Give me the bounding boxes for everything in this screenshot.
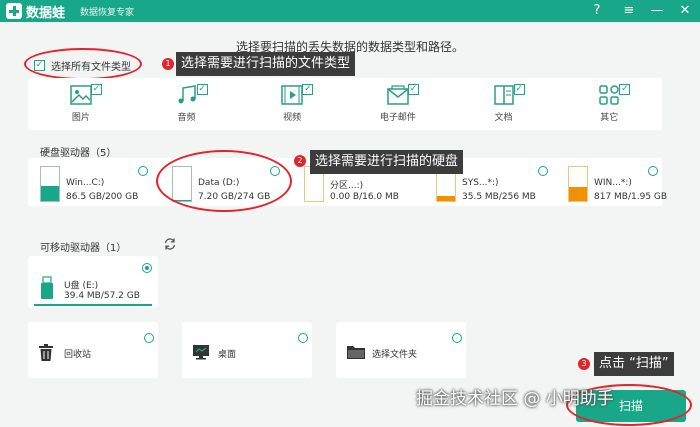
drive-size: 39.4 MB/57.2 GB [64, 291, 140, 301]
image-icon [70, 85, 92, 105]
checkbox-icon[interactable]: ✓ [513, 84, 525, 95]
drive-size: 86.5 GB/200 GB [66, 192, 139, 202]
drive-radio[interactable] [648, 166, 658, 176]
file-type-video[interactable]: 视频 ✓ [239, 78, 345, 130]
app-logo-icon [6, 3, 22, 19]
removable-drives-title: 可移动驱动器（1） [40, 243, 127, 254]
checkbox-icon[interactable]: ✓ [196, 84, 208, 95]
drive-size: 35.5 MB/256 MB [462, 192, 536, 202]
file-type-label: 视频 [283, 113, 302, 123]
drive-usage-bar [569, 186, 587, 201]
usb-drive-icon [41, 276, 53, 299]
menu-button[interactable]: ≡ [620, 2, 638, 20]
drive-size: 817 MB/1.95 GB [594, 192, 668, 202]
drive-name: U盘 (E:) [64, 281, 99, 291]
drive-item[interactable]: WIN...*:) 817 MB/1.95 GB [560, 164, 667, 204]
file-type-label: 文档 [494, 113, 513, 123]
music-icon [178, 85, 196, 104]
drive-radio-selected[interactable] [142, 263, 152, 273]
annotation-badge: 2 [294, 155, 306, 167]
checkbox-icon[interactable]: ✓ [408, 84, 420, 95]
hard-drives-title: 硬盘驱动器（5） [40, 148, 117, 159]
drive-size: 0.00 B/16.0 MB [330, 192, 399, 202]
folder-icon [347, 346, 365, 359]
annotation-callout: 选择需要进行扫描的硬盘 [310, 150, 464, 174]
location-label: 选择文件夹 [372, 350, 418, 360]
location-label: 回收站 [64, 350, 92, 360]
video-icon [281, 85, 303, 105]
recycle-bin-icon [39, 344, 53, 361]
desktop-icon [193, 345, 209, 360]
hard-drive-icon [40, 166, 60, 202]
annotation-oval [24, 48, 142, 80]
location-recycle-bin[interactable]: 回收站 [28, 322, 158, 378]
file-type-label: 图片 [71, 113, 90, 123]
annotation-badge: 1 [162, 58, 174, 70]
drive-radio[interactable] [538, 166, 548, 176]
app-name: 数据蛙 [26, 6, 66, 21]
file-type-email[interactable]: 电子邮件 ✓ [345, 78, 451, 130]
location-desktop[interactable]: 桌面 [182, 322, 312, 378]
file-type-panel: 图片 ✓ 音频 ✓ 视频 ✓ 电子邮件 ✓ 文档 ✓ 其它 ✓ [28, 78, 662, 130]
hard-drive-icon [568, 166, 588, 202]
selection-underline [34, 304, 152, 306]
drive-name: WIN...*:) [594, 178, 632, 188]
location-radio[interactable] [144, 333, 154, 343]
file-type-other[interactable]: 其它 ✓ [556, 78, 662, 130]
drive-radio[interactable] [138, 166, 148, 176]
file-type-label: 音频 [177, 113, 196, 123]
app-subtitle: 数据恢复专家 [80, 8, 135, 18]
email-icon [387, 85, 409, 105]
file-type-label: 其它 [600, 113, 619, 123]
checkbox-icon[interactable]: ✓ [619, 84, 631, 95]
drive-name: 分区...:) [330, 181, 364, 191]
annotation-oval [156, 150, 292, 212]
annotation-badge: 3 [578, 358, 590, 370]
close-button[interactable]: ✕ [676, 2, 694, 20]
document-icon [493, 85, 514, 105]
file-type-image[interactable]: 图片 ✓ [28, 78, 134, 130]
annotation-callout: 点击 “扫描” [594, 352, 674, 376]
location-radio[interactable] [298, 333, 308, 343]
removable-drive-item[interactable]: U盘 (E:) 39.4 MB/57.2 GB [28, 256, 158, 308]
location-select-folder[interactable]: 选择文件夹 [336, 322, 466, 378]
location-label: 桌面 [218, 350, 237, 360]
location-radio[interactable] [452, 333, 462, 343]
drive-item[interactable]: Win...C:) 86.5 GB/200 GB [32, 164, 152, 204]
title-bar: 数据蛙 数据恢复专家 ? ≡ — ✕ [0, 0, 700, 22]
drive-name: Win...C:) [66, 178, 105, 188]
minimize-button[interactable]: — [648, 2, 666, 20]
annotation-callout: 选择需要进行扫描的文件类型 [176, 52, 356, 76]
file-type-label: 电子邮件 [379, 113, 416, 123]
drive-name: SYS...*:) [462, 178, 499, 188]
checkbox-icon[interactable]: ✓ [302, 84, 314, 95]
checkbox-icon[interactable]: ✓ [91, 84, 102, 95]
refresh-icon[interactable] [163, 237, 177, 251]
help-button[interactable]: ? [588, 2, 606, 20]
other-icon [599, 85, 619, 105]
file-type-audio[interactable]: 音频 ✓ [134, 78, 240, 130]
drive-usage-bar [437, 196, 455, 201]
drive-usage-bar [41, 186, 59, 201]
file-type-document[interactable]: 文档 ✓ [451, 78, 557, 130]
watermark: 掘金技术社区 @ 小明助手 [416, 389, 614, 409]
